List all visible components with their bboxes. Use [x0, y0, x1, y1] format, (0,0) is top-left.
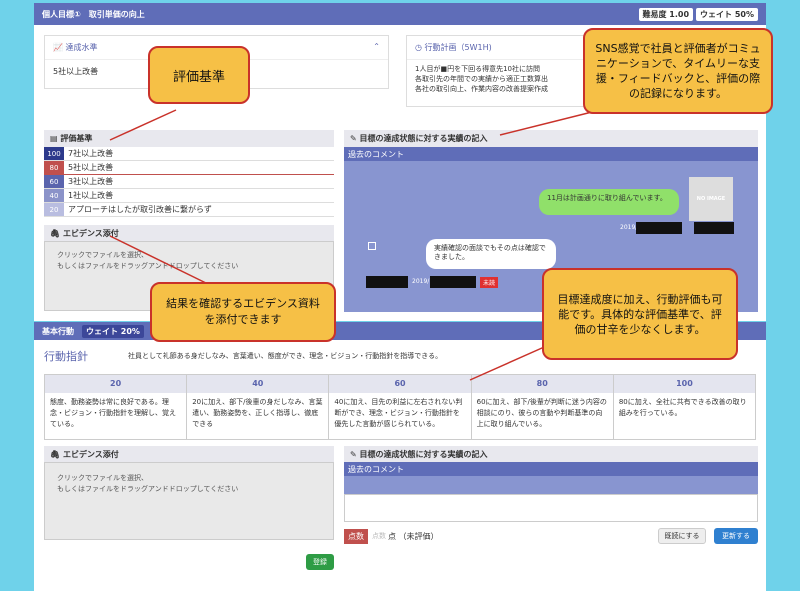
callout-evidence: 結果を確認するエビデンス資料を添付できます	[150, 282, 336, 342]
callout-sns: SNS感覚で社員と評価者がコミュニケーションで、タイムリーな支援・フィードバック…	[583, 28, 773, 114]
callout-criteria: 評価基準	[148, 46, 250, 104]
callout-behavior: 目標達成度に加え、行動評価も可能です。具体的な評価基準で、評価の甘辛を少なくしま…	[542, 268, 738, 360]
